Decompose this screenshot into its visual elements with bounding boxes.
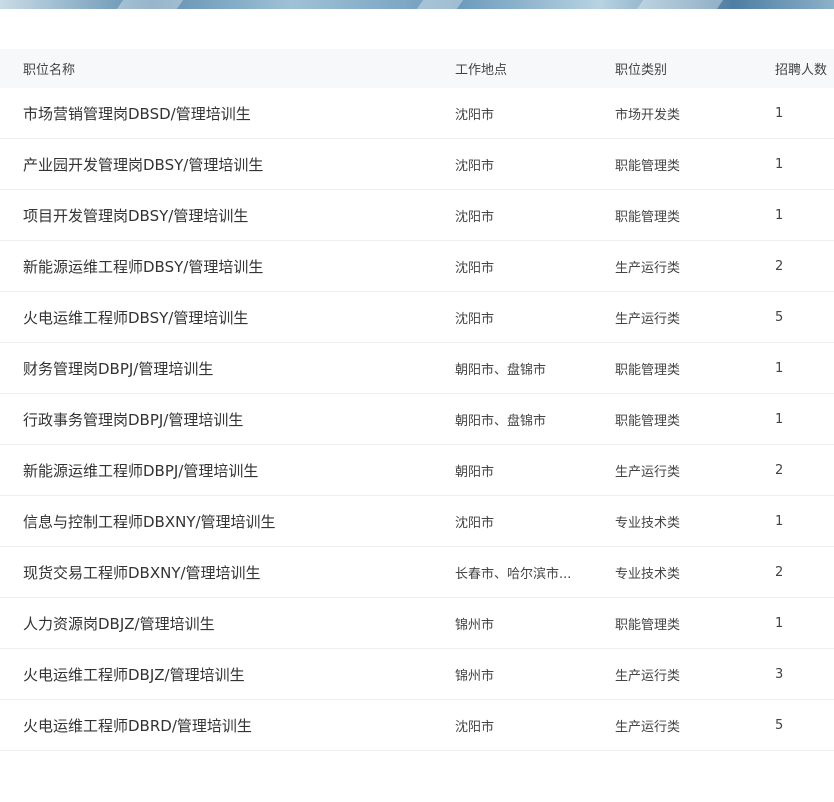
table-row[interactable]: 火电运维工程师DBRD/管理培训生 沈阳市 生产运行类 5 [0, 700, 834, 751]
table-row[interactable]: 信息与控制工程师DBXNY/管理培训生 沈阳市 专业技术类 1 [0, 496, 834, 547]
job-category: 市场开发类 [615, 107, 681, 123]
job-category: 职能管理类 [615, 209, 681, 225]
table-header: 职位名称 工作地点 职位类别 招聘人数 [0, 49, 834, 88]
job-headcount: 1 [775, 411, 784, 427]
job-category: 生产运行类 [615, 464, 681, 480]
job-headcount: 2 [775, 564, 784, 580]
column-header-location: 工作地点 [455, 63, 508, 78]
job-location: 长春市、哈尔滨市... [455, 566, 572, 582]
job-title-link[interactable]: 人力资源岗DBJZ/管理培训生 [23, 598, 443, 648]
job-category: 职能管理类 [615, 617, 681, 633]
job-title-link[interactable]: 火电运维工程师DBRD/管理培训生 [23, 700, 443, 750]
table-row[interactable]: 项目开发管理岗DBSY/管理培训生 沈阳市 职能管理类 1 [0, 190, 834, 241]
column-header-headcount: 招聘人数 [775, 63, 828, 78]
job-category: 生产运行类 [615, 311, 681, 327]
job-location: 锦州市 [455, 668, 495, 684]
job-headcount: 1 [775, 156, 784, 172]
table-row[interactable]: 火电运维工程师DBSY/管理培训生 沈阳市 生产运行类 5 [0, 292, 834, 343]
job-location: 朝阳市、盘锦市 [455, 413, 547, 429]
job-headcount: 1 [775, 207, 784, 223]
table-row[interactable]: 财务管理岗DBPJ/管理培训生 朝阳市、盘锦市 职能管理类 1 [0, 343, 834, 394]
job-title-link[interactable]: 火电运维工程师DBJZ/管理培训生 [23, 649, 443, 699]
job-location: 朝阳市 [455, 464, 495, 480]
job-headcount: 1 [775, 615, 784, 631]
job-title-link[interactable]: 产业园开发管理岗DBSY/管理培训生 [23, 139, 443, 189]
column-header-position: 职位名称 [23, 63, 76, 78]
job-location: 沈阳市 [455, 107, 495, 123]
job-headcount: 2 [775, 462, 784, 478]
job-title-link[interactable]: 信息与控制工程师DBXNY/管理培训生 [23, 496, 443, 546]
job-location: 沈阳市 [455, 260, 495, 276]
job-title-link[interactable]: 现货交易工程师DBXNY/管理培训生 [23, 547, 443, 597]
job-title-link[interactable]: 火电运维工程师DBSY/管理培训生 [23, 292, 443, 342]
job-location: 锦州市 [455, 617, 495, 633]
table-row[interactable]: 火电运维工程师DBJZ/管理培训生 锦州市 生产运行类 3 [0, 649, 834, 700]
job-category: 职能管理类 [615, 362, 681, 378]
job-location: 沈阳市 [455, 515, 495, 531]
job-category: 专业技术类 [615, 566, 681, 582]
job-title-link[interactable]: 新能源运维工程师DBSY/管理培训生 [23, 241, 443, 291]
table-row[interactable]: 人力资源岗DBJZ/管理培训生 锦州市 职能管理类 1 [0, 598, 834, 649]
job-category: 职能管理类 [615, 158, 681, 174]
table-row[interactable]: 产业园开发管理岗DBSY/管理培训生 沈阳市 职能管理类 1 [0, 139, 834, 190]
job-title-link[interactable]: 行政事务管理岗DBPJ/管理培训生 [23, 394, 443, 444]
job-title-link[interactable]: 财务管理岗DBPJ/管理培训生 [23, 343, 443, 393]
table-row[interactable]: 行政事务管理岗DBPJ/管理培训生 朝阳市、盘锦市 职能管理类 1 [0, 394, 834, 445]
table-row[interactable]: 现货交易工程师DBXNY/管理培训生 长春市、哈尔滨市... 专业技术类 2 [0, 547, 834, 598]
table-row[interactable]: 新能源运维工程师DBSY/管理培训生 沈阳市 生产运行类 2 [0, 241, 834, 292]
job-title-link[interactable]: 新能源运维工程师DBPJ/管理培训生 [23, 445, 443, 495]
table-row[interactable]: 市场营销管理岗DBSD/管理培训生 沈阳市 市场开发类 1 [0, 88, 834, 139]
job-title-link[interactable]: 市场营销管理岗DBSD/管理培训生 [23, 88, 443, 138]
job-location: 朝阳市、盘锦市 [455, 362, 547, 378]
job-headcount: 3 [775, 666, 784, 682]
job-category: 职能管理类 [615, 413, 681, 429]
job-category: 生产运行类 [615, 668, 681, 684]
job-table: 职位名称 工作地点 职位类别 招聘人数 市场营销管理岗DBSD/管理培训生 沈阳市… [0, 49, 834, 751]
header-banner-image [0, 0, 834, 9]
column-header-category: 职位类别 [615, 63, 668, 78]
job-location: 沈阳市 [455, 209, 495, 225]
job-headcount: 2 [775, 258, 784, 274]
job-category: 生产运行类 [615, 719, 681, 735]
job-headcount: 5 [775, 717, 784, 733]
job-title-link[interactable]: 项目开发管理岗DBSY/管理培训生 [23, 190, 443, 240]
job-category: 生产运行类 [615, 260, 681, 276]
job-headcount: 1 [775, 360, 784, 376]
job-category: 专业技术类 [615, 515, 681, 531]
job-location: 沈阳市 [455, 719, 495, 735]
job-headcount: 5 [775, 309, 784, 325]
job-location: 沈阳市 [455, 311, 495, 327]
job-location: 沈阳市 [455, 158, 495, 174]
table-body: 市场营销管理岗DBSD/管理培训生 沈阳市 市场开发类 1 产业园开发管理岗DBSY/管… [0, 88, 834, 751]
job-headcount: 1 [775, 105, 784, 121]
table-row[interactable]: 新能源运维工程师DBPJ/管理培训生 朝阳市 生产运行类 2 [0, 445, 834, 496]
job-headcount: 1 [775, 513, 784, 529]
